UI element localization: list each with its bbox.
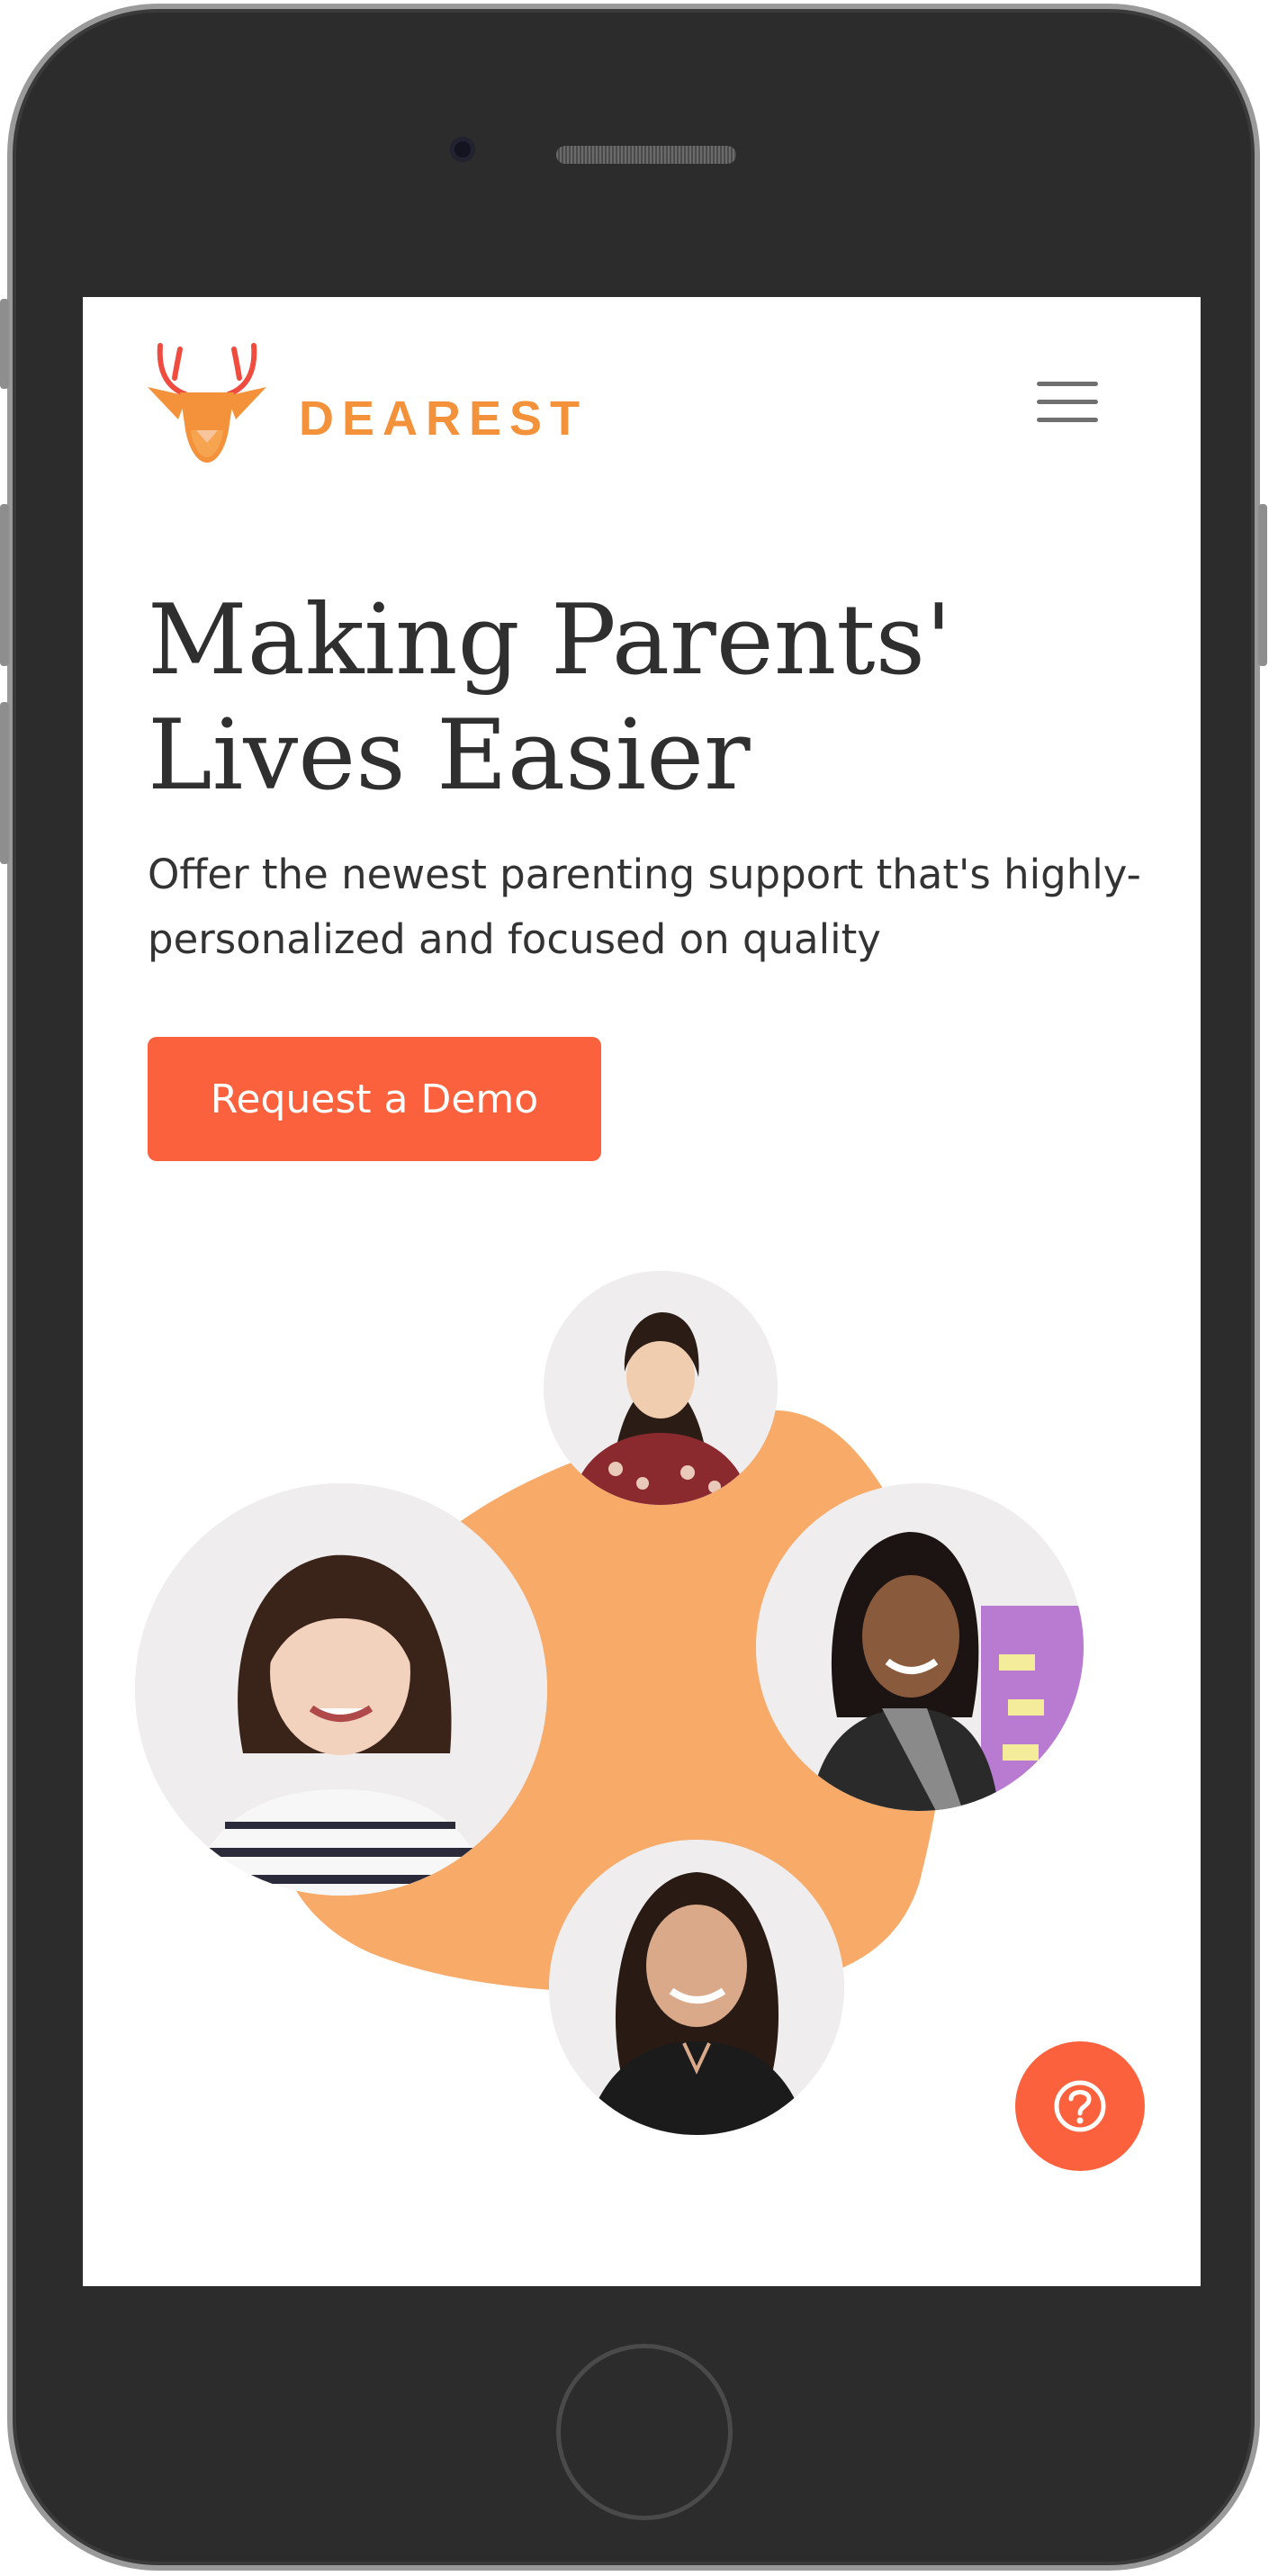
- team-member-photo-4: [549, 1840, 844, 2135]
- screen: DEAREST Making Parents' Lives Easier Off…: [83, 297, 1201, 2286]
- team-member-photo-2: [135, 1483, 547, 1896]
- volume-up-button: [0, 504, 9, 666]
- power-button: [1258, 504, 1267, 666]
- volume-down-button: [0, 702, 9, 864]
- person-photo-icon: [549, 1840, 844, 2135]
- person-photo-icon: [756, 1483, 1084, 1811]
- mute-switch: [0, 299, 9, 389]
- team-member-photo-3: [756, 1483, 1084, 1811]
- help-button[interactable]: [1015, 2041, 1145, 2171]
- phone-frame: DEAREST Making Parents' Lives Easier Off…: [7, 4, 1260, 2571]
- front-camera: [450, 137, 475, 162]
- person-photo-icon: [544, 1271, 778, 1505]
- earpiece-speaker: [556, 146, 736, 164]
- question-mark-icon: [1054, 2080, 1106, 2132]
- person-photo-icon: [135, 1483, 547, 1896]
- team-member-photo-1: [544, 1271, 778, 1505]
- home-button[interactable]: [556, 2344, 733, 2520]
